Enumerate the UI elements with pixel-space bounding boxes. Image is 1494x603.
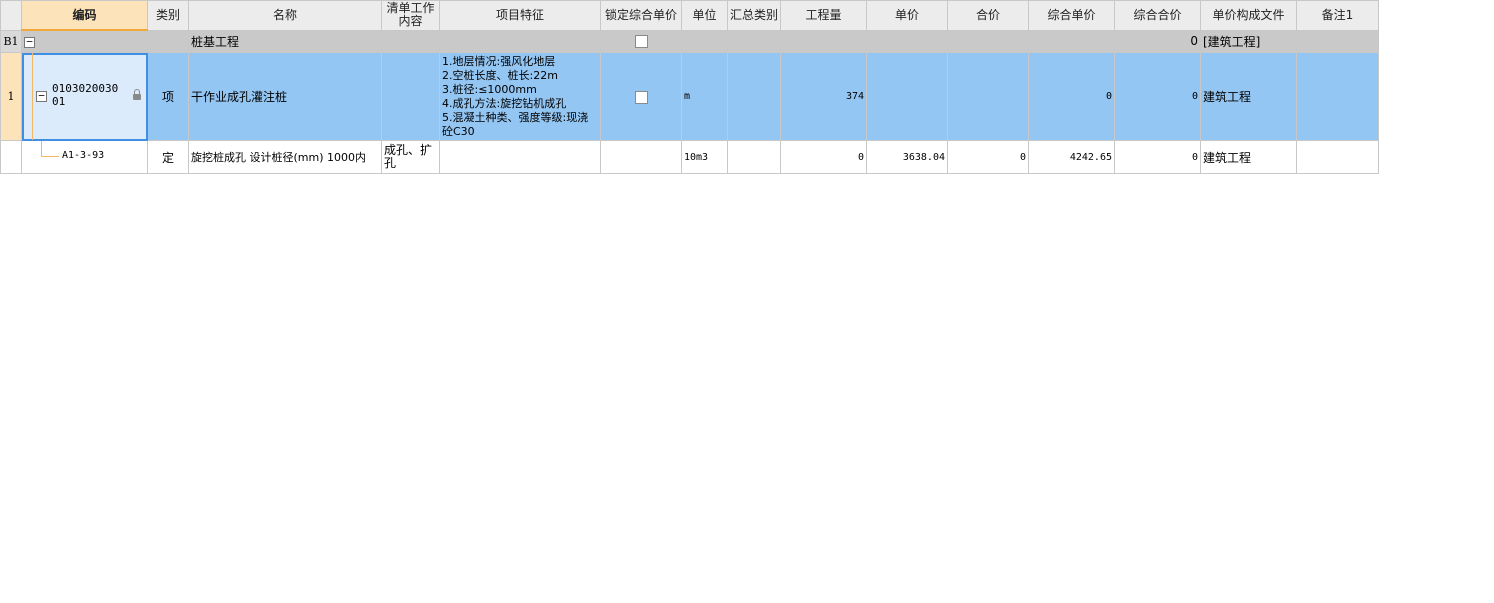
unit-cell[interactable]: 10m3 [681, 140, 728, 174]
features-cell[interactable]: 1.地层情况:强风化地层 2.空桩长度、桩长:22m 3.桩径:≤1000mm … [439, 52, 601, 141]
col-header-price[interactable]: 单价 [866, 0, 948, 31]
unit-total-cell[interactable]: 4242.65 [1028, 140, 1115, 174]
header-row: 编码 类别 名称 清单工作内容 项目特征 锁定综合单价 单位 汇总类别 工程量 … [0, 0, 1379, 31]
amount-cell[interactable]: 0 [947, 140, 1029, 174]
unit-total-cell[interactable]: 0 [1028, 52, 1115, 141]
file-cell[interactable]: [建筑工程] [1200, 29, 1297, 53]
lock-icon [133, 89, 141, 100]
summary-type-cell[interactable] [727, 29, 781, 53]
row-number[interactable]: B1 [0, 29, 22, 53]
name-cell[interactable]: 旋挖桩成孔 设计桩径(mm) 1000内 [188, 140, 382, 174]
col-header-work[interactable]: 清单工作内容 [381, 0, 440, 31]
type-cell[interactable]: 项 [147, 52, 189, 141]
col-header-unit-total[interactable]: 综合单价 [1028, 0, 1115, 31]
note-cell[interactable] [1296, 29, 1379, 53]
features-cell[interactable] [439, 29, 601, 53]
tree-node: A1-3-93 [24, 141, 145, 173]
col-header-name[interactable]: 名称 [188, 0, 382, 31]
col-header-unit[interactable]: 单位 [681, 0, 728, 31]
work-cell[interactable]: 成孔、扩孔 [381, 140, 440, 174]
note-cell[interactable] [1296, 52, 1379, 141]
col-header-note[interactable]: 备注1 [1296, 0, 1379, 31]
work-cell[interactable] [381, 29, 440, 53]
tree-line [41, 156, 59, 157]
col-header-amount[interactable]: 合价 [947, 0, 1029, 31]
col-header-type[interactable]: 类别 [147, 0, 189, 31]
total-cell[interactable]: 0 [1114, 29, 1201, 53]
unit-cell[interactable]: m [681, 52, 728, 141]
col-header-lock-price[interactable]: 锁定综合单价 [600, 0, 682, 31]
code-cell[interactable]: A1-3-93 [21, 140, 148, 174]
col-header-quantity[interactable]: 工程量 [780, 0, 867, 31]
type-cell[interactable] [147, 29, 189, 53]
col-header-file[interactable]: 单价构成文件 [1200, 0, 1297, 31]
file-cell[interactable]: 建筑工程 [1200, 52, 1297, 141]
collapse-icon[interactable]: − [36, 90, 47, 102]
item-code: A1-3-93 [62, 150, 105, 161]
total-cell[interactable]: 0 [1114, 52, 1201, 141]
bill-grid: 编码 类别 名称 清单工作内容 项目特征 锁定综合单价 单位 汇总类别 工程量 … [0, 0, 1379, 174]
quantity-cell[interactable]: 0 [780, 140, 867, 174]
table-row[interactable]: A1-3-93 定 旋挖桩成孔 设计桩径(mm) 1000内 成孔、扩孔 10m… [0, 140, 1379, 174]
tree-node: − 010302003001 [24, 53, 145, 140]
features-cell[interactable] [439, 140, 601, 174]
name-cell[interactable]: 桩基工程 [188, 29, 382, 53]
table-row[interactable]: 1 − 010302003001 项 干作业成孔灌注桩 1.地层情况:强风化地层… [0, 52, 1379, 141]
collapse-icon[interactable]: − [24, 36, 35, 48]
col-header-summary-type[interactable]: 汇总类别 [727, 0, 781, 31]
lock-price-cell[interactable] [600, 140, 682, 174]
item-code: 010302003001 [52, 82, 119, 108]
amount-cell[interactable] [947, 52, 1029, 141]
lock-price-cell[interactable] [600, 29, 682, 53]
name-cell[interactable]: 干作业成孔灌注桩 [188, 52, 382, 141]
price-cell[interactable] [866, 52, 948, 141]
file-cell[interactable]: 建筑工程 [1200, 140, 1297, 174]
lock-price-cell[interactable] [600, 52, 682, 141]
work-cell[interactable] [381, 52, 440, 141]
code-cell[interactable]: − [21, 29, 148, 53]
total-cell[interactable]: 0 [1114, 140, 1201, 174]
summary-type-cell[interactable] [727, 52, 781, 141]
row-number[interactable] [0, 140, 22, 174]
col-header-total[interactable]: 综合合价 [1114, 0, 1201, 31]
type-cell[interactable]: 定 [147, 140, 189, 174]
corner-cell[interactable] [0, 0, 22, 31]
lock-price-checkbox[interactable] [634, 35, 648, 49]
price-cell[interactable] [866, 29, 948, 53]
quantity-cell[interactable]: 374 [780, 52, 867, 141]
lock-price-checkbox[interactable] [634, 90, 648, 104]
price-cell[interactable]: 3638.04 [866, 140, 948, 174]
unit-total-cell[interactable] [1028, 29, 1115, 53]
amount-cell[interactable] [947, 29, 1029, 53]
table-row[interactable]: B1 − 桩基工程 0 [建筑工程] [0, 29, 1379, 53]
quantity-cell[interactable] [780, 29, 867, 53]
code-cell[interactable]: − 010302003001 [21, 52, 148, 141]
col-header-features[interactable]: 项目特征 [439, 0, 601, 31]
summary-type-cell[interactable] [727, 140, 781, 174]
col-header-code[interactable]: 编码 [21, 0, 148, 31]
tree-line [41, 141, 42, 156]
note-cell[interactable] [1296, 140, 1379, 174]
unit-cell[interactable] [681, 29, 728, 53]
row-number[interactable]: 1 [0, 52, 22, 141]
tree-line [32, 53, 33, 140]
